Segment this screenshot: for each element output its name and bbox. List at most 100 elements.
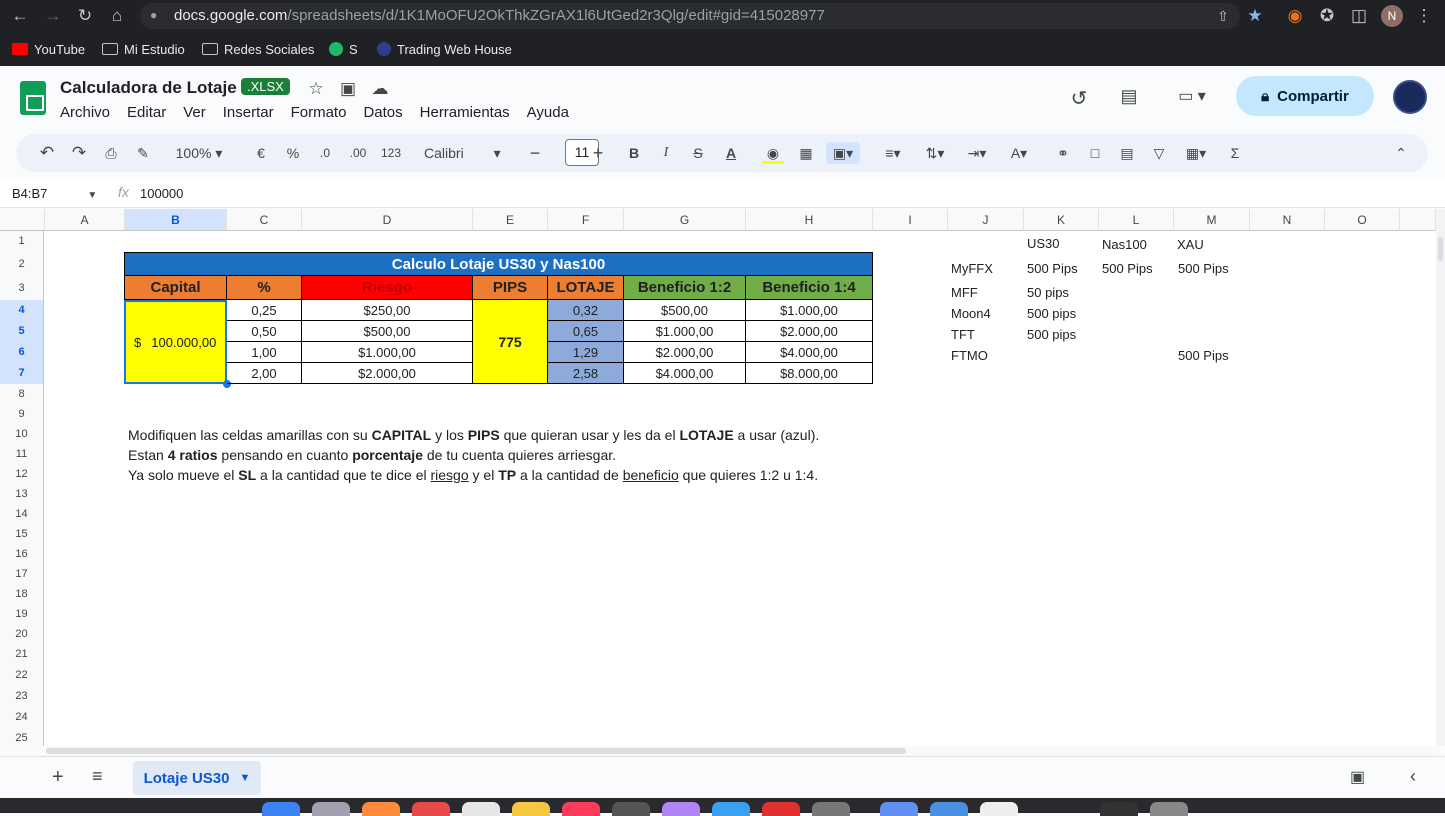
- pct-cell[interactable]: 2,00: [227, 363, 302, 384]
- app-dock-icon[interactable]: [412, 802, 450, 816]
- pips-us30[interactable]: 500 pips: [1027, 327, 1076, 342]
- font-select[interactable]: Calibri ▾: [424, 142, 514, 164]
- history-icon[interactable]: ↺: [1068, 86, 1090, 110]
- percent-button[interactable]: %: [282, 142, 304, 164]
- forward-icon[interactable]: →: [42, 5, 64, 27]
- app-dock-icon[interactable]: [1100, 802, 1138, 816]
- pct-cell[interactable]: 0,25: [227, 300, 302, 321]
- beneficio-12-cell[interactable]: $1.000,00: [624, 321, 746, 342]
- beneficio-12-cell[interactable]: $500,00: [624, 300, 746, 321]
- col-header-b[interactable]: B: [125, 209, 227, 231]
- app-dock-icon[interactable]: [712, 802, 750, 816]
- header-capital[interactable]: Capital: [124, 276, 227, 300]
- meet-icon[interactable]: ▭ ▾: [1172, 86, 1212, 106]
- col-header-o[interactable]: O: [1325, 209, 1400, 231]
- comment-icon[interactable]: □: [1084, 142, 1106, 164]
- explore-icon[interactable]: ▣: [1350, 767, 1365, 787]
- chart-icon[interactable]: ▤: [1116, 142, 1138, 164]
- account-avatar[interactable]: [1393, 80, 1427, 114]
- col-header-n[interactable]: N: [1250, 209, 1325, 231]
- bookmark-s[interactable]: S: [329, 40, 358, 58]
- beneficio-14-cell[interactable]: $4.000,00: [746, 342, 873, 363]
- lotaje-cell[interactable]: 0,32: [548, 300, 624, 321]
- zoom-select[interactable]: 100% ▾: [166, 142, 232, 164]
- all-sheets-icon[interactable]: ≡: [92, 766, 103, 787]
- beneficio-14-cell[interactable]: $8.000,00: [746, 363, 873, 384]
- link-icon[interactable]: ⚭: [1052, 142, 1074, 164]
- text-color-icon[interactable]: A: [720, 142, 742, 164]
- views-icon[interactable]: ▦▾: [1180, 142, 1212, 164]
- rotate-icon[interactable]: A▾: [1004, 142, 1034, 164]
- profile-avatar[interactable]: N: [1381, 5, 1403, 27]
- prop-firm-name[interactable]: Moon4: [951, 306, 991, 321]
- notes-dock-icon[interactable]: [512, 802, 550, 816]
- pips-us30[interactable]: 500 pips: [1027, 306, 1076, 321]
- pct-cell[interactable]: 1,00: [227, 342, 302, 363]
- font-size-increase-icon[interactable]: +: [587, 142, 609, 164]
- collapse-toolbar-icon[interactable]: ⌃: [1390, 142, 1412, 164]
- row-header[interactable]: 14: [0, 504, 44, 524]
- name-box[interactable]: B4:B7 ▼: [12, 186, 97, 201]
- folder-dock-icon[interactable]: [930, 802, 968, 816]
- row-header[interactable]: 11: [0, 444, 44, 464]
- pct-cell[interactable]: 0,50: [227, 321, 302, 342]
- increase-decimal-button[interactable]: .00: [344, 142, 372, 164]
- print-icon[interactable]: ⎙: [100, 142, 122, 164]
- row-header[interactable]: 20: [0, 624, 44, 644]
- app-dock-icon[interactable]: [362, 802, 400, 816]
- header-beneficio-12[interactable]: Beneficio 1:2: [624, 276, 746, 300]
- app-dock-icon[interactable]: [462, 802, 500, 816]
- col-header-k[interactable]: K: [1024, 209, 1099, 231]
- align-icon[interactable]: ≡▾: [878, 142, 908, 164]
- finder-dock-icon[interactable]: [262, 802, 300, 816]
- row-header[interactable]: 16: [0, 544, 44, 564]
- note-line-3[interactable]: Ya solo mueve el SL a la cantidad que te…: [128, 467, 818, 483]
- app-dock-icon[interactable]: [662, 802, 700, 816]
- row-header[interactable]: 9: [0, 404, 44, 424]
- cloud-status-icon[interactable]: ☁: [369, 79, 391, 99]
- side-header-us30[interactable]: US30: [1027, 236, 1060, 251]
- sidepanel-icon[interactable]: ◫: [1348, 5, 1370, 27]
- tab-lotaje-us30[interactable]: Lotaje US30 ▼: [133, 761, 261, 795]
- prop-firm-name[interactable]: MFF: [951, 285, 978, 300]
- chat-icon[interactable]: ▤: [1118, 86, 1140, 106]
- reload-icon[interactable]: ↻: [74, 5, 96, 27]
- header-beneficio-14[interactable]: Beneficio 1:4: [746, 276, 873, 300]
- capital-cell[interactable]: $100.000,00: [124, 300, 227, 384]
- currency-button[interactable]: €: [250, 142, 272, 164]
- star-icon[interactable]: ☆: [305, 79, 327, 99]
- riesgo-cell[interactable]: $250,00: [302, 300, 473, 321]
- note-line-2[interactable]: Estan 4 ratios pensando en cuanto porcen…: [128, 447, 616, 463]
- borders-icon[interactable]: ▦: [795, 142, 817, 164]
- row-header[interactable]: 17: [0, 564, 44, 584]
- table-title[interactable]: Calculo Lotaje US30 y Nas100: [124, 252, 873, 276]
- riesgo-cell[interactable]: $2.000,00: [302, 363, 473, 384]
- beneficio-14-cell[interactable]: $1.000,00: [746, 300, 873, 321]
- kebab-menu-icon[interactable]: ⋮: [1413, 5, 1435, 27]
- italic-icon[interactable]: I: [655, 142, 677, 164]
- riesgo-cell[interactable]: $500,00: [302, 321, 473, 342]
- row-header[interactable]: 19: [0, 604, 44, 624]
- hscroll-thumb[interactable]: [46, 748, 906, 754]
- menu-formato[interactable]: Formato: [291, 104, 347, 121]
- fill-color-icon[interactable]: ◉: [762, 142, 784, 164]
- side-panel-toggle-icon[interactable]: ‹: [1410, 766, 1416, 787]
- row-header[interactable]: 18: [0, 584, 44, 604]
- number-format-button[interactable]: 123: [378, 142, 404, 164]
- row-header[interactable]: 7: [0, 363, 44, 384]
- strikethrough-icon[interactable]: S: [687, 142, 709, 164]
- back-icon[interactable]: ←: [9, 5, 31, 27]
- col-header-a[interactable]: A: [45, 209, 125, 231]
- lotaje-cell[interactable]: 2,58: [548, 363, 624, 384]
- riesgo-cell[interactable]: $1.000,00: [302, 342, 473, 363]
- bookmark-mi-estudio[interactable]: Mi Estudio: [102, 40, 185, 58]
- note-line-1[interactable]: Modifiquen las celdas amarillas con su C…: [128, 427, 819, 443]
- trash-dock-icon[interactable]: [1150, 802, 1188, 816]
- menu-insertar[interactable]: Insertar: [223, 104, 274, 121]
- header-pips[interactable]: PIPS: [473, 276, 548, 300]
- filter-icon[interactable]: ▽: [1148, 142, 1170, 164]
- beneficio-12-cell[interactable]: $4.000,00: [624, 363, 746, 384]
- functions-icon[interactable]: Σ: [1224, 142, 1246, 164]
- menu-editar[interactable]: Editar: [127, 104, 166, 121]
- header-lotaje[interactable]: LOTAJE: [548, 276, 624, 300]
